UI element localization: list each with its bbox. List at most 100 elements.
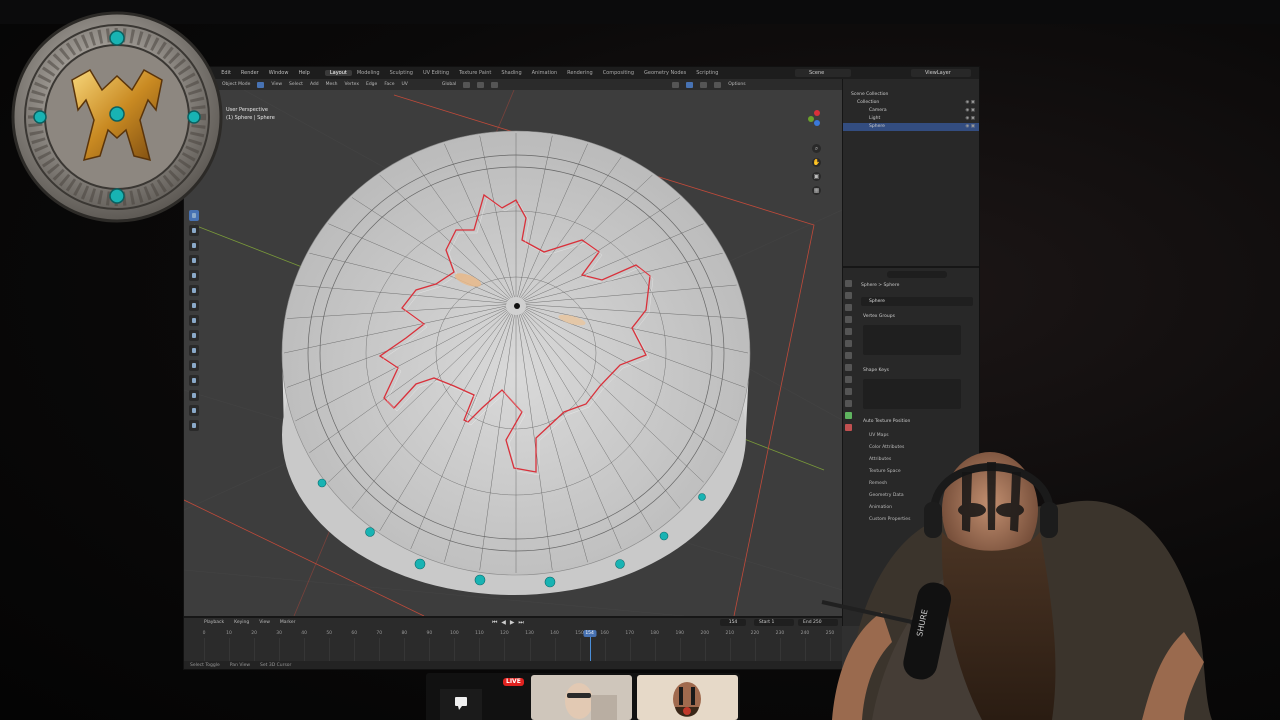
workspace-tab-sculpting[interactable]: Sculpting (385, 70, 418, 76)
ortho-grid-icon[interactable]: ▦ (812, 186, 821, 195)
viewport-header: Object Mode View Select Add Mesh Vertex … (184, 79, 842, 90)
workspace-tab-uv-editing[interactable]: UV Editing (418, 70, 454, 76)
timeline-menu-marker[interactable]: Marker (280, 620, 296, 625)
visibility-eye-icon[interactable]: ◉ ▣ (965, 107, 975, 115)
extrude-tool-icon[interactable] (189, 330, 199, 341)
modifier-tab-icon[interactable] (845, 364, 852, 371)
mode-selector[interactable]: Object Mode (222, 82, 250, 87)
snap-icon[interactable] (477, 81, 485, 88)
scene-tab-icon[interactable] (845, 328, 852, 335)
constraints-tab-icon[interactable] (845, 400, 852, 407)
object-tab-icon[interactable] (845, 352, 852, 359)
cursor-tool-icon[interactable] (189, 225, 199, 236)
workspace-tab-compositing[interactable]: Compositing (598, 70, 639, 76)
shape-keys-list[interactable] (863, 379, 961, 409)
menu-select[interactable]: Select (289, 82, 303, 87)
physics-tab-icon[interactable] (845, 388, 852, 395)
x-axis-gizmo-icon[interactable] (814, 110, 820, 116)
chat-button[interactable] (440, 689, 482, 720)
menu-window[interactable]: Window (264, 70, 294, 76)
visibility-eye-icon[interactable]: ◉ ▣ (965, 115, 975, 123)
mesh-data-tab-icon[interactable] (845, 412, 852, 419)
workspace-tab-rendering[interactable]: Rendering (562, 70, 598, 76)
guest-thumbnail-2[interactable] (637, 675, 738, 720)
scene-selector[interactable]: Scene (795, 69, 851, 77)
menu-view[interactable]: View (271, 82, 282, 87)
workspace-tab-scripting[interactable]: Scripting (691, 70, 723, 76)
bevel-tool-icon[interactable] (189, 360, 199, 371)
vertex-groups-panel[interactable]: Vertex Groups (863, 314, 895, 319)
loop-cut-tool-icon[interactable] (189, 375, 199, 386)
workspace-tab-modeling[interactable]: Modeling (352, 70, 385, 76)
vertex-groups-list[interactable] (863, 325, 961, 355)
y-axis-gizmo-icon[interactable] (808, 116, 814, 122)
menu-uv[interactable]: UV (402, 82, 408, 87)
visibility-eye-icon[interactable]: ◉ ▣ (965, 123, 975, 131)
mesh-name-field[interactable]: Sphere (861, 297, 973, 306)
menu-vertex[interactable]: Vertex (345, 82, 359, 87)
output-tab-icon[interactable] (845, 304, 852, 311)
material-tab-icon[interactable] (845, 424, 852, 431)
workspace-tab-texture-paint[interactable]: Texture Paint (454, 70, 496, 76)
menu-render[interactable]: Render (236, 70, 264, 76)
workspace-tab-animation[interactable]: Animation (527, 70, 563, 76)
pivot-icon[interactable] (463, 81, 471, 88)
world-tab-icon[interactable] (845, 340, 852, 347)
knife-tool-icon[interactable] (189, 390, 199, 401)
transform-orientation[interactable]: Global (442, 82, 456, 87)
menu-add[interactable]: Add (310, 82, 319, 87)
spin-tool-icon[interactable] (189, 420, 199, 431)
outliner-item-sphere[interactable]: Sphere ◉ ▣ (843, 123, 979, 131)
view-layer-tab-icon[interactable] (845, 316, 852, 323)
move-tool-icon[interactable] (189, 240, 199, 251)
current-frame-field[interactable]: 154 (720, 619, 746, 626)
menu-mesh[interactable]: Mesh (326, 82, 338, 87)
workspace-tab-geometry-nodes[interactable]: Geometry Nodes (639, 70, 691, 76)
particles-tab-icon[interactable] (845, 376, 852, 383)
workspace-tab-layout[interactable]: Layout (324, 70, 352, 76)
3d-viewport[interactable]: User Perspective (1) Sphere | Sphere ⌕ ✋… (184, 90, 842, 616)
options-menu[interactable]: Options (728, 82, 745, 87)
guest-thumbnail-1[interactable] (531, 675, 632, 720)
visibility-eye-icon[interactable]: ◉ ▣ (965, 99, 975, 107)
menu-face[interactable]: Face (384, 82, 394, 87)
inset-tool-icon[interactable] (189, 345, 199, 356)
shading-solid-icon[interactable] (700, 81, 708, 88)
scale-tool-icon[interactable] (189, 270, 199, 281)
render-tab-icon[interactable] (845, 292, 852, 299)
workspace-tab-shading[interactable]: Shading (496, 70, 526, 76)
menu-help[interactable]: Help (293, 70, 314, 76)
zoom-icon[interactable]: ⌕ (812, 144, 821, 153)
properties-search-input[interactable] (887, 271, 947, 278)
poly-build-tool-icon[interactable] (189, 405, 199, 416)
timeline-tick-label: 10 (226, 631, 232, 636)
timeline-menu-playback[interactable]: Playback (204, 620, 224, 625)
outliner-scene-collection[interactable]: Scene Collection (843, 91, 979, 99)
playback-controls[interactable]: ⏮ ◀ ▶ ⏭ (492, 619, 525, 627)
view-layer-selector[interactable]: ViewLayer (911, 69, 971, 77)
pan-hand-icon[interactable]: ✋ (812, 158, 821, 167)
xray-icon[interactable] (686, 81, 694, 88)
camera-view-icon[interactable]: ▣ (812, 172, 821, 181)
outliner-item-light[interactable]: Light ◉ ▣ (843, 115, 979, 123)
navigation-gizmo[interactable]: ⌕ ✋ ▣ ▦ (802, 110, 832, 210)
outliner-collection[interactable]: Collection ◉ ▣ (843, 99, 979, 107)
rotate-tool-icon[interactable] (189, 255, 199, 266)
outliner-item-camera[interactable]: Camera ◉ ▣ (843, 107, 979, 115)
shape-keys-panel[interactable]: Shape Keys (863, 368, 889, 373)
z-axis-gizmo-icon[interactable] (814, 120, 820, 126)
measure-tool-icon[interactable] (189, 315, 199, 326)
tool-tab-icon[interactable] (845, 280, 852, 287)
proportional-edit-icon[interactable] (491, 81, 499, 88)
auto-texture-space-checkbox[interactable]: Auto Texture Position (863, 419, 910, 424)
shading-material-icon[interactable] (714, 81, 722, 88)
timeline-menu-view[interactable]: View (259, 620, 270, 625)
vertex-select-icon[interactable] (257, 81, 265, 88)
menu-edge[interactable]: Edge (366, 82, 377, 87)
overlay-icon[interactable] (672, 81, 680, 88)
start-frame-field[interactable]: Start 1 (754, 619, 794, 626)
playhead-frame-badge[interactable]: 154 (583, 630, 597, 637)
timeline-menu-keying[interactable]: Keying (234, 620, 249, 625)
annotate-tool-icon[interactable] (189, 300, 199, 311)
transform-tool-icon[interactable] (189, 285, 199, 296)
